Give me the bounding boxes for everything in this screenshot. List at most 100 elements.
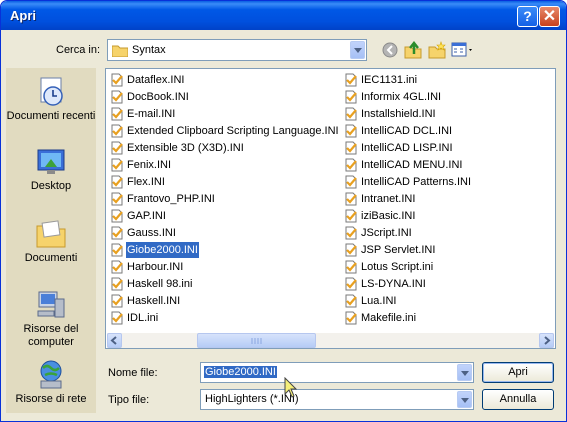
ini-file-icon <box>344 90 358 104</box>
place-documents[interactable]: Documenti <box>6 218 96 265</box>
ini-file-icon <box>110 209 124 223</box>
filetype-label: Tipo file: <box>108 394 150 406</box>
open-button[interactable]: Apri <box>482 362 554 383</box>
file-name: Giobe2000.INI <box>126 242 199 258</box>
file-name: IntelliCAD DCL.INI <box>361 125 453 137</box>
place-network[interactable]: Risorse di rete <box>6 359 96 406</box>
file-name: Frantovo_PHP.INI <box>127 193 215 205</box>
scroll-right-button[interactable] <box>539 333 554 348</box>
ini-file-icon <box>110 192 124 206</box>
ini-file-icon <box>110 141 124 155</box>
file-list[interactable]: Dataflex.INI DocBook.INI E-mail.INI Extende… <box>105 68 556 349</box>
ini-file-icon <box>110 158 124 172</box>
open-dialog: Apri ? ✕ Cerca in: Syntax Documenti rece… <box>0 0 567 422</box>
my-documents-icon <box>36 220 66 248</box>
ini-file-icon <box>344 277 358 291</box>
file-name: Makefile.ini <box>361 312 417 324</box>
ini-file-icon <box>344 311 358 325</box>
ini-file-icon <box>344 107 358 121</box>
file-name: Dataflex.INI <box>127 74 185 86</box>
filename-combo[interactable]: Giobe2000.INI <box>200 362 474 383</box>
chevron-down-icon[interactable] <box>457 391 472 408</box>
ini-file-icon <box>344 175 358 189</box>
ini-file-icon <box>344 226 358 240</box>
ini-file-icon <box>110 90 124 104</box>
file-name: Lua.INI <box>361 295 397 307</box>
ini-file-icon <box>344 158 358 172</box>
window-title: Apri <box>10 8 36 23</box>
grip-icon <box>251 338 262 344</box>
ini-file-icon <box>344 209 358 223</box>
place-recent-documents[interactable]: Documenti recenti <box>6 76 96 123</box>
scroll-left-button[interactable] <box>107 333 122 348</box>
place-label: Desktop <box>30 180 72 192</box>
ini-file-icon <box>110 294 124 308</box>
cursor-icon <box>284 377 298 398</box>
title-bar[interactable]: Apri ? ✕ <box>1 1 566 30</box>
up-folder-icon[interactable] <box>404 41 422 59</box>
folder-icon <box>112 45 128 57</box>
file-name: IEC1131.ini <box>361 74 418 86</box>
file-name: IDL.ini <box>127 312 159 324</box>
scroll-right-icon <box>544 336 551 345</box>
file-name: Intranet.INI <box>361 193 416 205</box>
file-name: DocBook.INI <box>127 91 189 103</box>
recent-documents-icon <box>40 77 63 106</box>
view-menu-icon[interactable] <box>451 42 475 58</box>
ini-file-icon <box>344 192 358 206</box>
place-label: Risorse del computer <box>23 323 79 348</box>
file-name: IntelliCAD MENU.INI <box>361 159 463 171</box>
horizontal-scrollbar[interactable] <box>107 333 554 348</box>
ini-file-icon <box>110 277 124 291</box>
ini-file-icon <box>344 73 358 87</box>
file-name: iziBasic.INI <box>361 210 416 222</box>
place-my-computer[interactable]: Risorse del computer <box>6 289 96 349</box>
file-name: Extensible 3D (X3D).INI <box>127 142 244 154</box>
file-name: Flex.INI <box>127 176 165 188</box>
filename-input[interactable]: Giobe2000.INI <box>204 366 277 378</box>
close-button[interactable]: ✕ <box>539 6 560 27</box>
place-label: Risorse di rete <box>15 393 87 405</box>
file-name: Gauss.INI <box>127 227 176 239</box>
cancel-button[interactable]: Annulla <box>482 389 554 410</box>
network-places-icon <box>40 360 62 389</box>
file-name: Fenix.INI <box>127 159 172 171</box>
ini-file-icon <box>110 226 124 240</box>
lookin-label: Cerca in: <box>56 44 101 56</box>
place-label: Documenti recenti <box>6 110 96 122</box>
file-name: Haskell.INI <box>127 295 181 307</box>
ini-file-icon <box>110 107 124 121</box>
file-name: GAP.INI <box>127 210 166 222</box>
new-folder-icon[interactable] <box>428 41 446 59</box>
place-desktop[interactable]: Desktop <box>6 146 96 193</box>
lookin-value: Syntax <box>132 44 166 56</box>
file-name: Lotus Script.ini <box>361 261 434 273</box>
file-name: Informix 4GL.INI <box>361 91 442 103</box>
ini-file-icon <box>110 175 124 189</box>
scroll-left-icon <box>110 336 117 345</box>
filetype-combo[interactable]: HighLighters (*.INI) <box>200 389 474 410</box>
ini-file-icon <box>110 243 124 257</box>
file-name: JSP Servlet.INI <box>361 244 436 256</box>
lookin-combo[interactable]: Syntax <box>107 39 367 61</box>
chevron-down-icon[interactable] <box>350 41 365 59</box>
ini-file-icon <box>344 294 358 308</box>
ini-file-icon <box>110 311 124 325</box>
chevron-down-icon[interactable] <box>457 364 472 381</box>
ini-file-icon <box>344 124 358 138</box>
ini-file-icon <box>344 260 358 274</box>
file-name: Installshield.INI <box>361 108 436 120</box>
filename-label: Nome file: <box>108 367 158 379</box>
back-icon[interactable] <box>382 42 398 58</box>
ini-file-icon <box>344 243 358 257</box>
places-bar: Documenti recenti Desktop Documenti Riso… <box>6 68 96 413</box>
desktop-icon <box>37 149 65 174</box>
ini-file-icon <box>110 260 124 274</box>
file-name: IntelliCAD LISP.INI <box>361 142 453 154</box>
scroll-thumb[interactable] <box>197 333 316 348</box>
help-button[interactable]: ? <box>517 6 538 27</box>
ini-file-icon <box>110 124 124 138</box>
place-label: Documenti <box>24 252 78 264</box>
file-name: Harbour.INI <box>127 261 184 273</box>
file-name: LS-DYNA.INI <box>361 278 426 290</box>
